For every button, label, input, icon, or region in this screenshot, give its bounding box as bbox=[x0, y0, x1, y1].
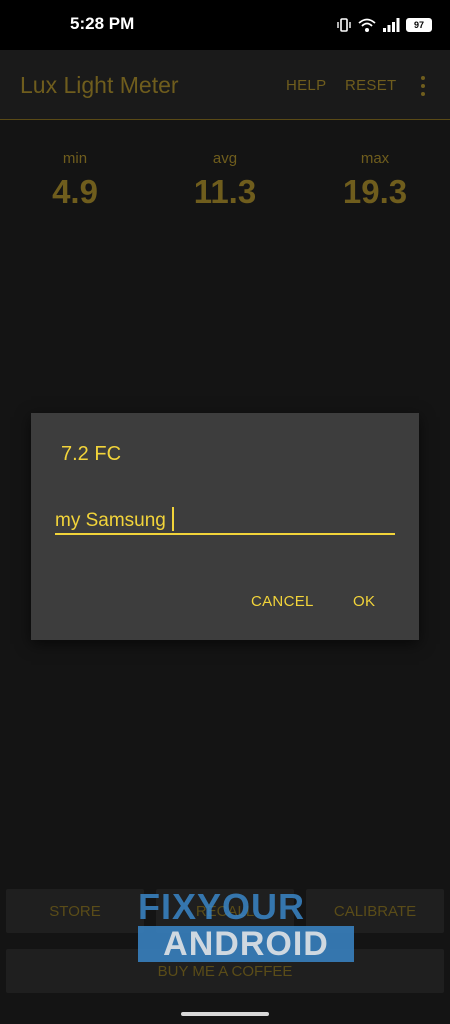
status-bar: 5:28 PM 97 bbox=[0, 0, 450, 50]
vibrate-icon bbox=[337, 18, 351, 32]
app-bar: Lux Light Meter HELP RESET bbox=[0, 50, 450, 120]
recall-button[interactable]: RECALL bbox=[156, 889, 294, 933]
max-value: 19.3 bbox=[342, 173, 408, 210]
app-title: Lux Light Meter bbox=[20, 72, 179, 98]
avg-value: 11.3 bbox=[193, 173, 257, 210]
help-button[interactable]: HELP bbox=[286, 77, 326, 94]
signal-icon bbox=[383, 18, 400, 32]
stat-avg: avg 11.3 bbox=[165, 150, 285, 211]
stat-max: max 19.3 bbox=[315, 150, 435, 211]
cancel-button[interactable]: CANCEL bbox=[251, 593, 314, 610]
name-dialog: 7.2 FC my Samsung CANCEL OK bbox=[31, 413, 419, 640]
overflow-menu-icon[interactable] bbox=[415, 74, 431, 98]
gesture-nav-bar[interactable] bbox=[181, 1012, 269, 1016]
status-icons: 97 bbox=[336, 14, 432, 36]
status-time: 5:28 PM bbox=[70, 14, 135, 33]
store-button[interactable]: STORE bbox=[6, 889, 144, 933]
buy-me-a-coffee-button[interactable]: BUY ME A COFFEE bbox=[6, 949, 444, 993]
ok-button[interactable]: OK bbox=[353, 593, 375, 610]
avg-label: avg bbox=[212, 150, 238, 167]
name-input[interactable]: my Samsung bbox=[55, 501, 395, 535]
min-value: 4.9 bbox=[52, 173, 98, 210]
app-screen: 5:28 PM 97 Lux Light Meter HELP RESET mi… bbox=[0, 0, 450, 1024]
name-input-value: my Samsung bbox=[55, 510, 166, 531]
calibrate-button[interactable]: CALIBRATE bbox=[306, 889, 444, 933]
reset-button[interactable]: RESET bbox=[345, 77, 397, 94]
battery-icon: 97 bbox=[406, 18, 432, 32]
min-label: min bbox=[62, 150, 88, 167]
text-caret bbox=[171, 507, 174, 531]
stat-min: min 4.9 bbox=[15, 150, 135, 211]
max-label: max bbox=[360, 150, 390, 167]
wifi-icon bbox=[358, 18, 376, 32]
dialog-title: 7.2 FC bbox=[61, 443, 122, 465]
